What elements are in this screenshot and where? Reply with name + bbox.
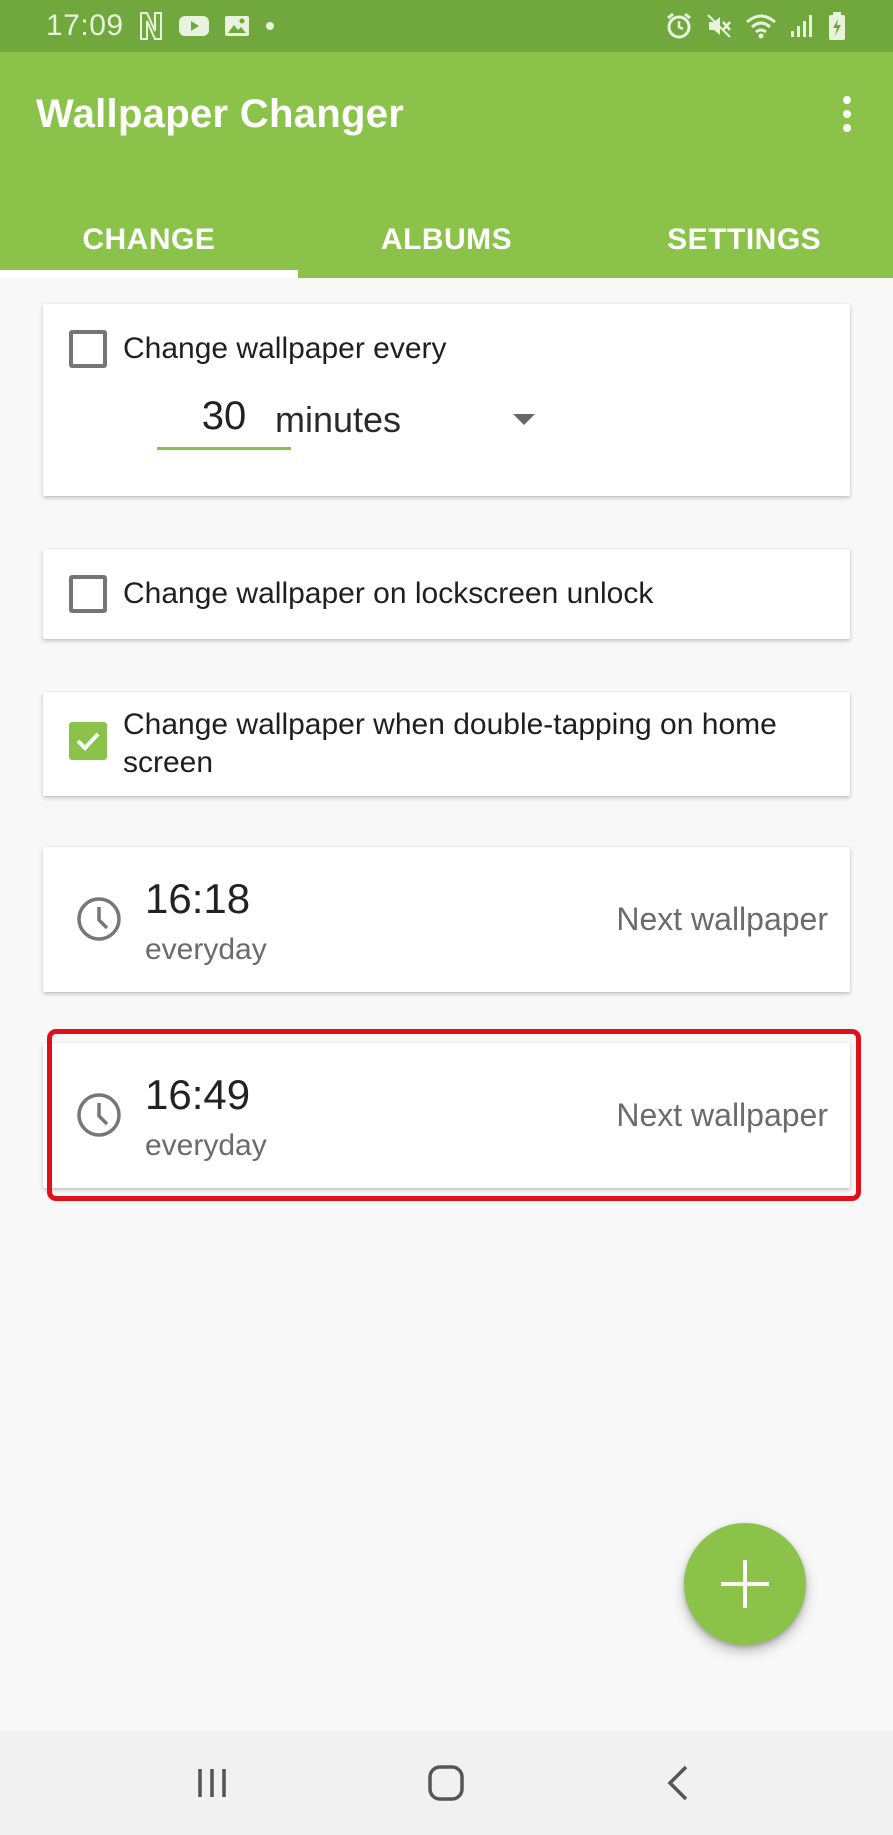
interval-unit-dropdown[interactable]: minutes [275, 390, 535, 450]
doubletap-card: Change wallpaper when double-tapping on … [43, 692, 850, 796]
more-vert-icon[interactable] [827, 92, 867, 136]
interval-checkbox[interactable] [69, 330, 107, 368]
schedule-repeat: everyday [145, 1129, 267, 1162]
mute-icon [705, 12, 733, 40]
interval-input[interactable]: 30 [157, 390, 291, 450]
clock-icon [75, 895, 123, 943]
alarm-icon [665, 12, 693, 40]
tab-settings[interactable]: SETTINGS [595, 202, 893, 278]
plus-icon [721, 1560, 769, 1608]
navigation-bar [0, 1731, 893, 1835]
signal-icon [789, 13, 815, 39]
gallery-icon [224, 14, 250, 38]
check-icon [76, 732, 100, 751]
schedule-item[interactable]: 16:18 everyday Next wallpaper [43, 847, 850, 992]
schedule-repeat: everyday [145, 933, 267, 966]
dot-icon [264, 20, 276, 32]
unlock-card: Change wallpaper on lockscreen unlock [43, 549, 850, 639]
add-schedule-button[interactable] [684, 1523, 806, 1645]
youtube-icon [178, 14, 210, 38]
chevron-down-icon [513, 414, 535, 425]
app-bar: Wallpaper Changer CHANGE ALBUMS SETTINGS [0, 52, 893, 278]
clock-icon [75, 1091, 123, 1139]
schedule-item[interactable]: 16:49 everyday Next wallpaper [43, 1043, 850, 1188]
schedule-action[interactable]: Next wallpaper [616, 901, 828, 938]
interval-card: Change wallpaper every 30 minutes [43, 304, 850, 496]
schedule-action[interactable]: Next wallpaper [616, 1097, 828, 1134]
back-icon[interactable] [660, 1761, 696, 1805]
doubletap-checkbox[interactable] [69, 722, 107, 760]
unlock-checkbox-label[interactable]: Change wallpaper on lockscreen unlock [123, 575, 653, 613]
status-right [665, 11, 847, 41]
status-bar: 17:09 [0, 0, 893, 52]
tab-albums[interactable]: ALBUMS [298, 202, 596, 278]
home-icon[interactable] [424, 1761, 468, 1805]
interval-checkbox-label[interactable]: Change wallpaper every [123, 330, 447, 368]
app-title: Wallpaper Changer [36, 92, 405, 136]
schedule-time: 16:49 [145, 1071, 251, 1118]
status-left: 17:09 [46, 9, 276, 43]
doubletap-checkbox-label[interactable]: Change wallpaper when double-tapping on … [123, 706, 843, 782]
wifi-icon [745, 12, 777, 40]
unlock-checkbox[interactable] [69, 575, 107, 613]
status-time: 17:09 [46, 9, 124, 42]
tab-bar: CHANGE ALBUMS SETTINGS [0, 202, 893, 278]
battery-charging-icon [827, 11, 847, 41]
recents-icon[interactable] [194, 1761, 230, 1805]
schedule-time: 16:18 [145, 875, 251, 922]
netflix-icon [138, 11, 164, 41]
tab-change[interactable]: CHANGE [0, 202, 298, 278]
interval-unit-value: minutes [275, 399, 402, 440]
